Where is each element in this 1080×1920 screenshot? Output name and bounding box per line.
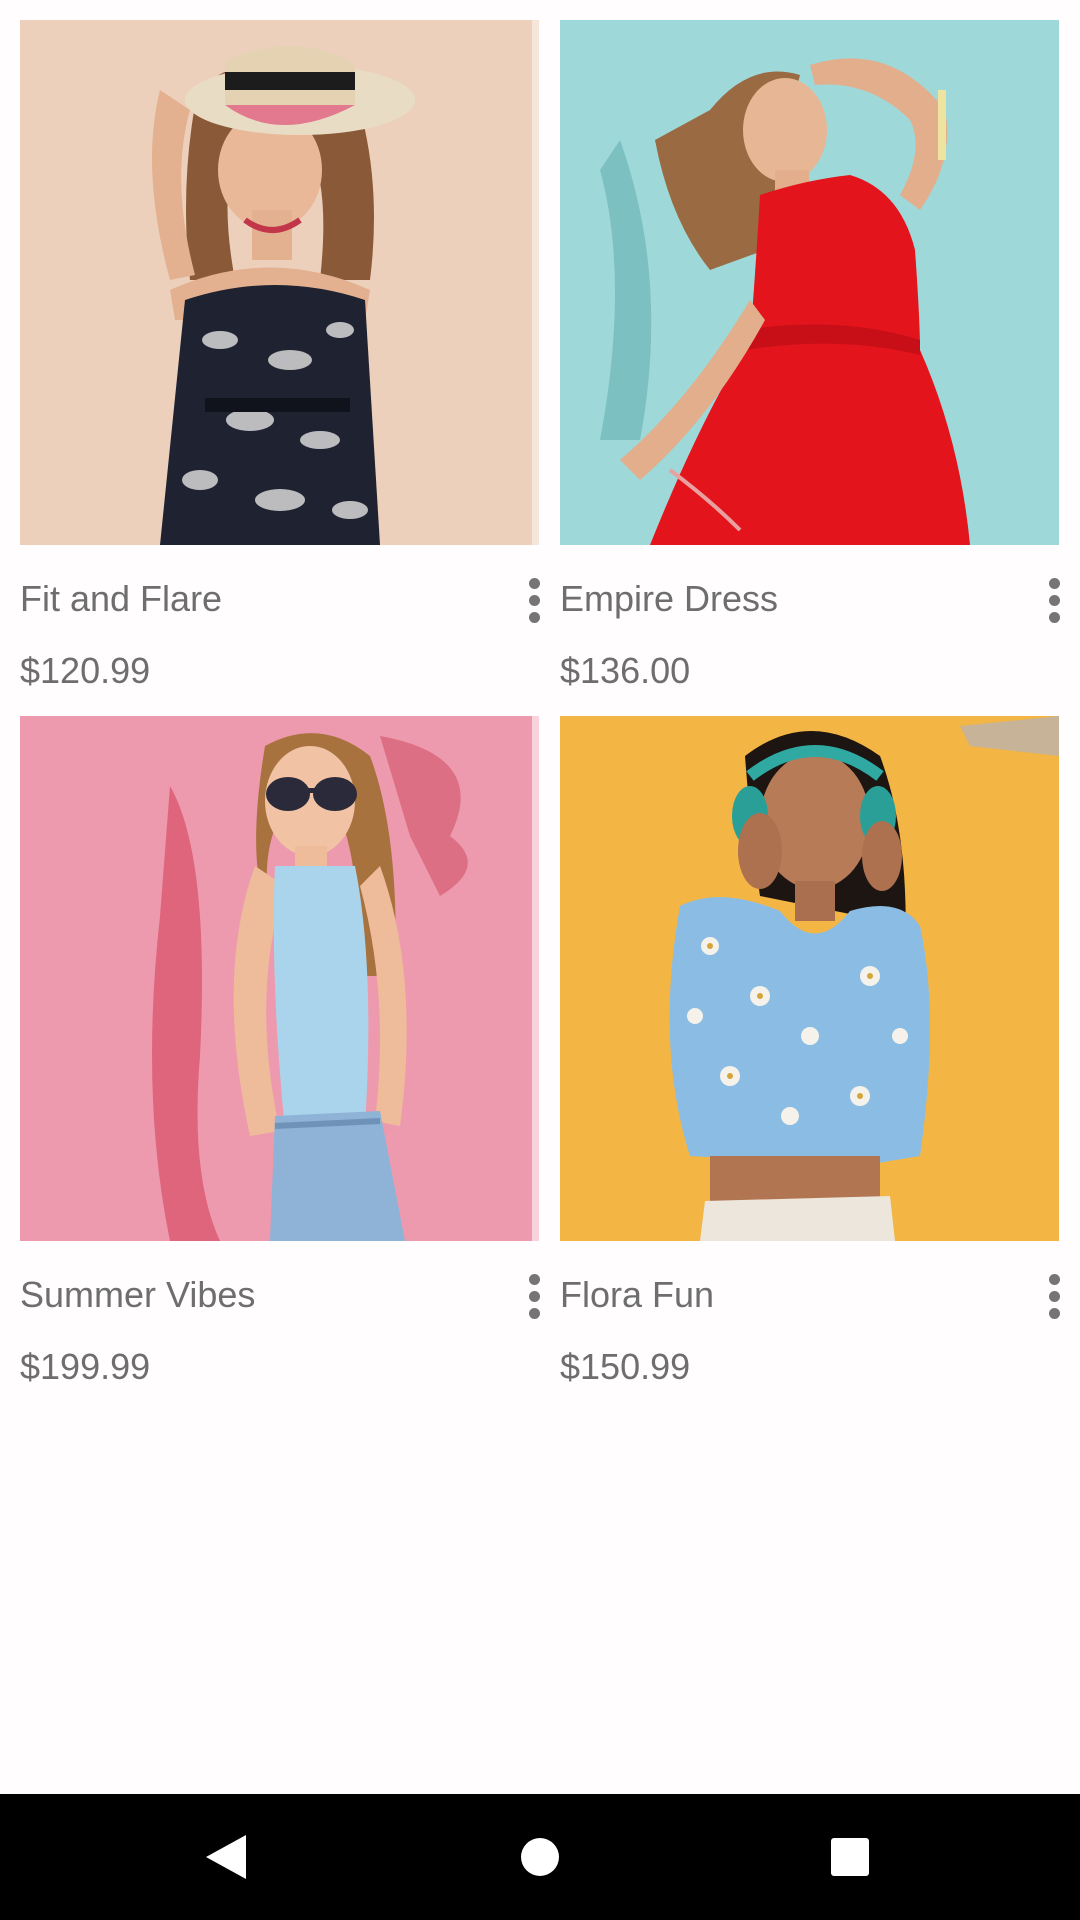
product-price: $120.99	[20, 650, 151, 691]
product-card[interactable]: Summer Vibes $199.99	[20, 716, 540, 1396]
home-circle-icon	[521, 1838, 559, 1876]
recents-button[interactable]	[780, 1794, 920, 1920]
recents-square-icon	[831, 1838, 869, 1876]
product-image-empire-dress[interactable]	[560, 20, 1059, 545]
product-grid-screen: Fit and Flare $120.99 Empire Dress $136.…	[0, 0, 1080, 1920]
product-card[interactable]: Empire Dress $136.00	[560, 20, 1060, 700]
more-options-icon[interactable]	[514, 572, 554, 628]
more-options-icon[interactable]	[514, 1268, 554, 1324]
product-image-summer-vibes[interactable]	[20, 716, 539, 1241]
system-navigation-bar	[0, 1794, 1080, 1920]
product-title: Fit and Flare	[20, 578, 223, 619]
back-button[interactable]	[156, 1794, 296, 1920]
more-options-icon[interactable]	[1034, 1268, 1074, 1324]
product-price: $199.99	[20, 1346, 151, 1387]
product-title: Flora Fun	[560, 1274, 715, 1315]
product-card[interactable]: Fit and Flare $120.99	[20, 20, 540, 700]
product-image-flora-fun[interactable]	[560, 716, 1059, 1241]
product-image-fit-and-flare[interactable]	[20, 20, 539, 545]
product-price: $150.99	[560, 1346, 691, 1387]
product-price: $136.00	[560, 650, 691, 691]
product-card[interactable]: Flora Fun $150.99	[560, 716, 1060, 1396]
home-button[interactable]	[470, 1794, 610, 1920]
product-title: Empire Dress	[560, 578, 779, 619]
more-options-icon[interactable]	[1034, 572, 1074, 628]
back-triangle-icon	[206, 1835, 246, 1879]
product-title: Summer Vibes	[20, 1274, 256, 1315]
